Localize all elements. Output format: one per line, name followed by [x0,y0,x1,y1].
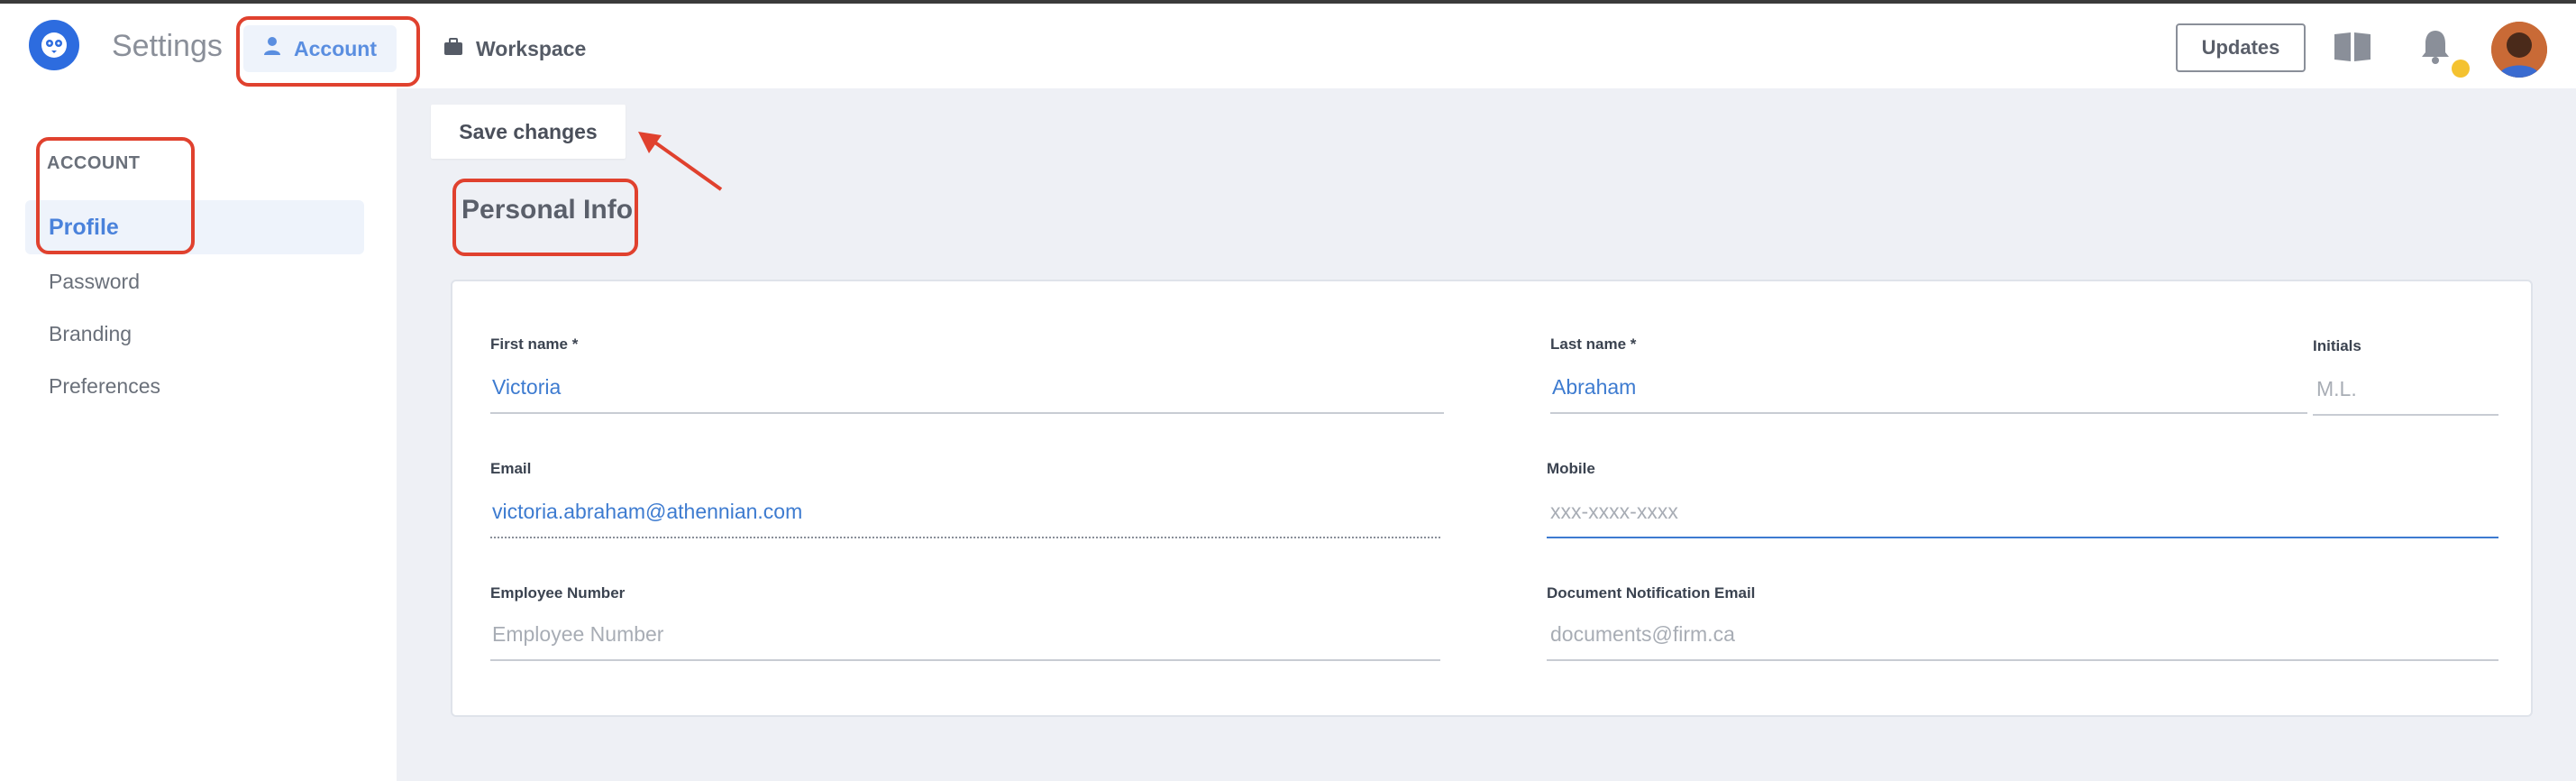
tab-account[interactable]: Account [243,25,397,72]
employee-number-label: Employee Number [490,584,626,602]
page-title: Settings [112,29,223,63]
sidebar-item-branding[interactable]: Branding [25,307,364,361]
initials-field[interactable] [2313,377,2498,416]
book-icon[interactable] [2333,31,2372,68]
doc-notification-email-label: Document Notification Email [1547,584,1756,602]
briefcase-icon [443,37,463,61]
tab-workspace-label: Workspace [476,36,587,60]
sidebar-item-label: Profile [49,214,119,240]
personal-info-card: First name * Victoria Last name * Abraha… [451,280,2533,717]
logo-icon[interactable] [29,20,79,70]
save-button[interactable]: Save changes [431,105,626,159]
mobile-label: Mobile [1547,460,1595,477]
tab-account-label: Account [294,36,377,60]
sidebar-item-label: Preferences [49,373,161,398]
top-bar: Settings Account Workspace Updates [0,0,2576,88]
sidebar-item-password[interactable]: Password [25,254,364,308]
mobile-field[interactable] [1547,500,2498,538]
tab-workspace[interactable]: Workspace [424,25,606,72]
section-title: Personal Info [461,195,634,225]
doc-notification-email-field[interactable] [1547,622,2498,661]
initials-label: Initials [2313,337,2361,354]
sidebar-item-label: Branding [49,321,132,345]
sidebar: ACCOUNT Profile Password Branding Prefer… [0,88,397,781]
sidebar-item-preferences[interactable]: Preferences [25,359,364,413]
sidebar-item-profile[interactable]: Profile [25,200,364,254]
last-name-field[interactable]: Abraham [1550,375,2307,414]
updates-button[interactable]: Updates [2176,23,2306,72]
email-field[interactable]: victoria.abraham@athennian.com [490,500,1440,538]
annotation-arrow [638,132,723,191]
notification-dot [2452,60,2470,78]
avatar[interactable] [2491,22,2547,78]
last-name-label: Last name * [1550,335,1637,353]
sidebar-item-label: Password [49,269,140,293]
user-icon [263,36,281,61]
first-name-label: First name * [490,335,579,353]
employee-number-field[interactable] [490,622,1440,661]
first-name-field[interactable]: Victoria [490,375,1444,414]
sidebar-heading: ACCOUNT [47,153,141,173]
email-label: Email [490,460,532,477]
bell-icon[interactable] [2419,29,2452,69]
